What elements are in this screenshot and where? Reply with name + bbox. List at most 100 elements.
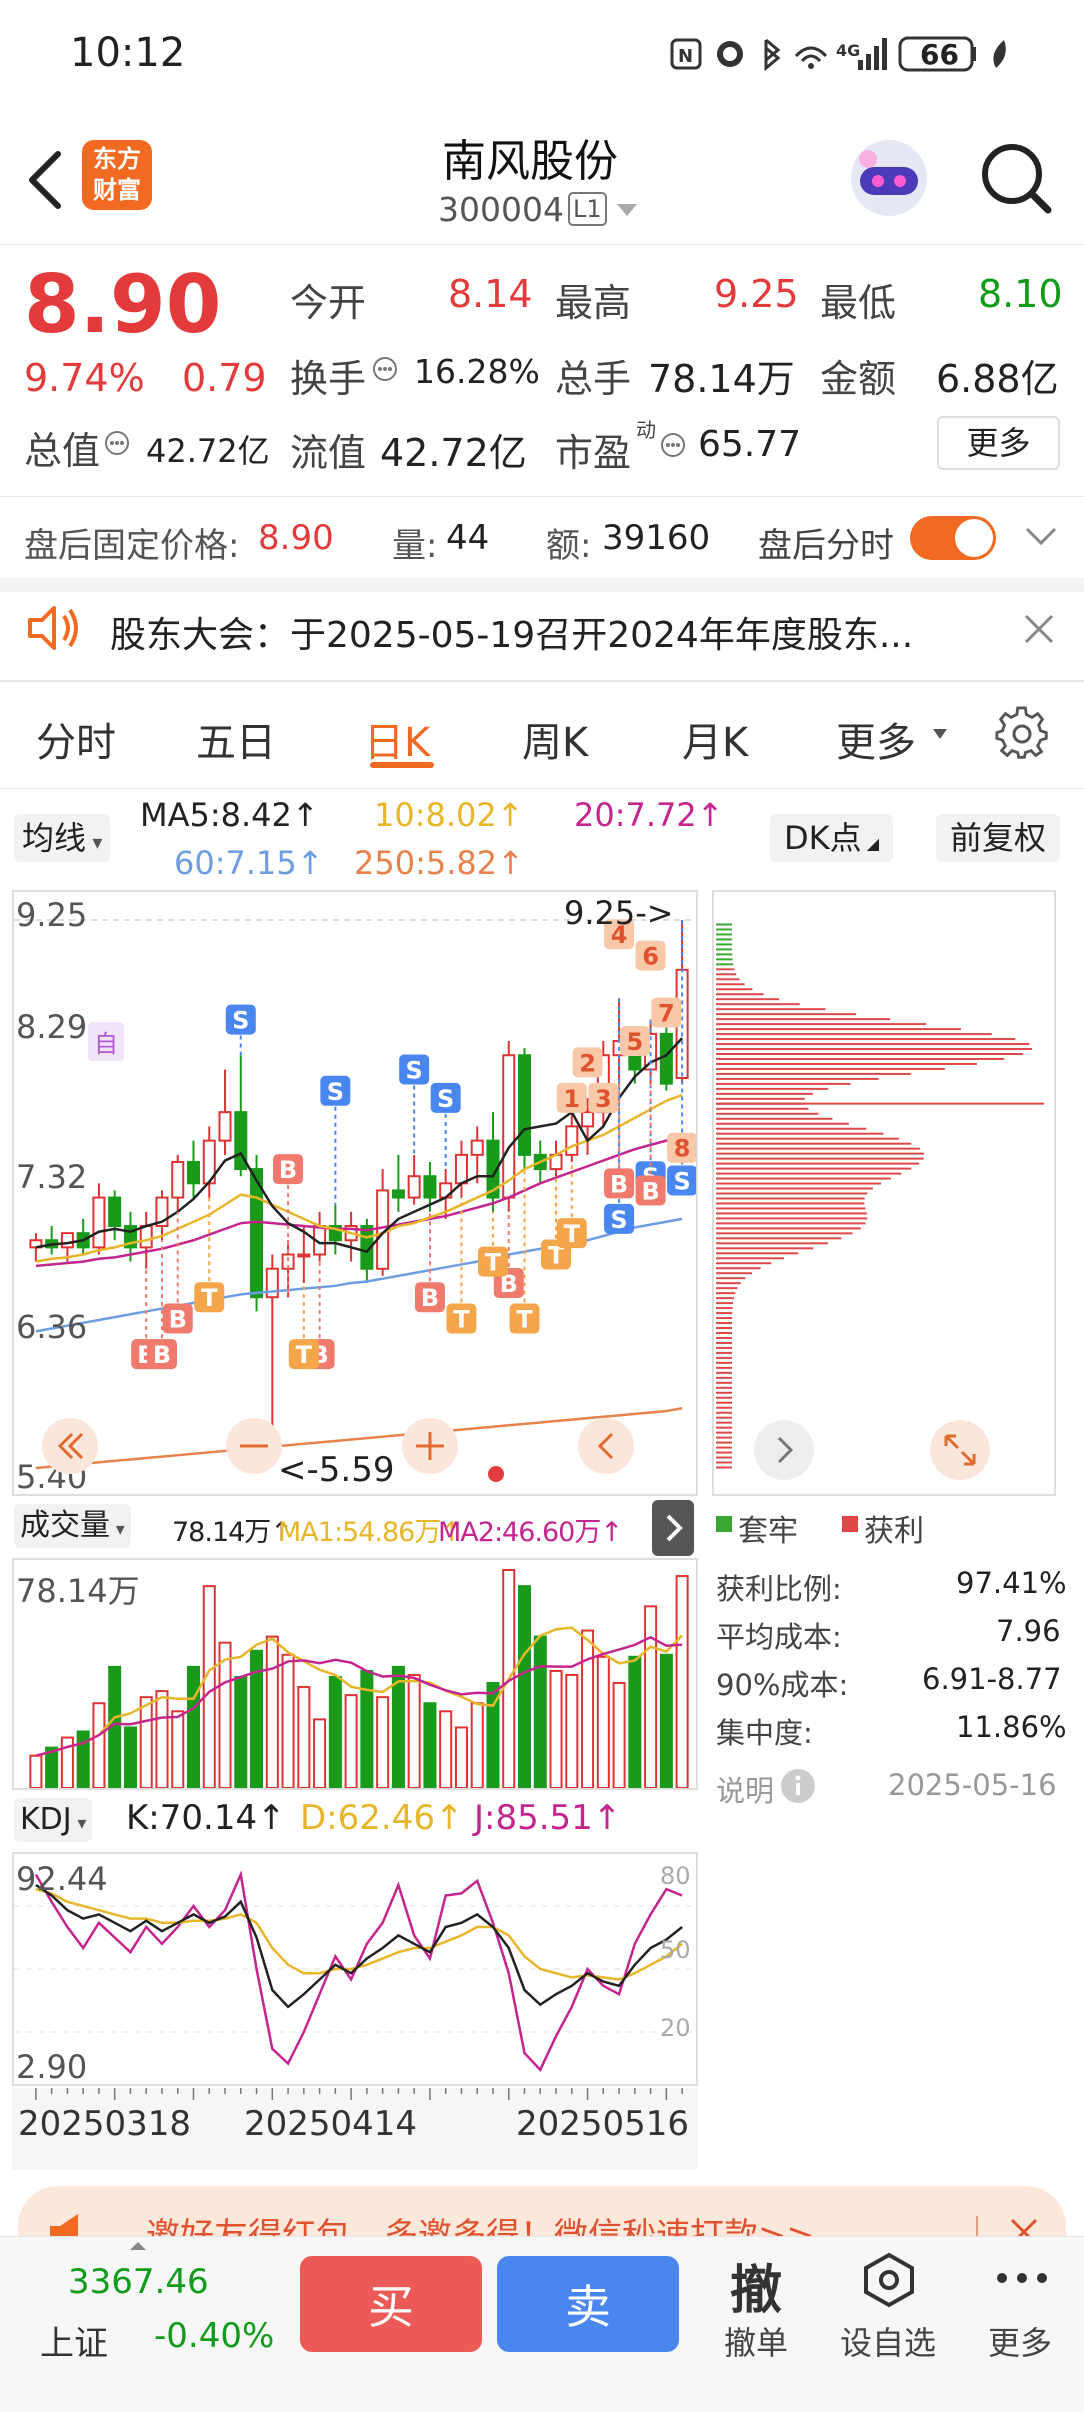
low-label: 最低 <box>820 281 897 325</box>
cost90-label: 90%成本: <box>716 1668 849 1702</box>
date-label: 20250318 <box>18 2104 192 2144</box>
ma10-value: 10:8.02↑ <box>374 796 524 834</box>
zoom-out-icon[interactable] <box>224 1416 284 1476</box>
step-left-icon[interactable] <box>576 1416 636 1476</box>
tab-fenshi[interactable]: 分时 <box>36 710 116 768</box>
expand-icon[interactable] <box>928 1418 992 1482</box>
more-quote-button[interactable]: 更多 <box>937 416 1060 470</box>
app-logo[interactable]: 东方 财富 <box>82 140 152 210</box>
kdj-level-50: 50 <box>660 1936 691 1964</box>
search-icon[interactable] <box>978 140 1054 216</box>
info-circle-icon[interactable] <box>104 430 130 456</box>
volume-bar <box>313 1718 327 1788</box>
chip-bar <box>716 1456 732 1459</box>
sell-button[interactable]: 卖 <box>497 2256 679 2352</box>
kline-chart[interactable]: SSSSSSSBBBBBBBBBTTTTTTT12345678 <box>14 892 696 1494</box>
avg-cost-label: 平均成本: <box>716 1620 842 1654</box>
legend-profit-label: 获利 <box>864 1514 924 1549</box>
chip-bar <box>716 1177 891 1180</box>
chip-bar <box>716 1033 992 1036</box>
chip-bar <box>716 1396 732 1399</box>
chip-bar <box>716 1207 866 1210</box>
caret-down-icon <box>932 728 948 740</box>
volume-bar <box>202 1585 216 1788</box>
volume-bar <box>533 1635 547 1788</box>
tab-zhouk[interactable]: 周K <box>522 710 588 768</box>
info-circle-icon[interactable] <box>372 356 398 382</box>
index-name[interactable]: 上证 <box>40 2316 108 2365</box>
chip-bar <box>716 1217 868 1220</box>
chip-bar <box>716 923 733 926</box>
chip-bar <box>716 1336 733 1339</box>
index-value[interactable]: 3367.46 <box>68 2262 209 2302</box>
ma-selector[interactable]: 均线 ▾ <box>14 814 111 862</box>
volume-selector[interactable]: 成交量 ▾ <box>14 1504 131 1548</box>
zoom-in-icon[interactable] <box>400 1416 460 1476</box>
candle-body <box>423 1175 437 1199</box>
chip-bar <box>716 1391 732 1394</box>
chip-bar <box>716 1252 799 1255</box>
index-change[interactable]: -0.40% <box>154 2316 274 2356</box>
candle-body <box>108 1196 122 1228</box>
chip-bar <box>716 1013 856 1016</box>
buy-button[interactable]: 买 <box>300 2256 482 2352</box>
dk-button[interactable]: DK点 ◢ <box>770 814 894 862</box>
chip-bar <box>716 1416 732 1419</box>
chip-bar <box>716 1431 732 1434</box>
fuquan-button[interactable]: 前复权 <box>936 814 1061 862</box>
chip-bar <box>716 1162 920 1165</box>
chip-bar <box>716 1132 884 1135</box>
add-favorite-label[interactable]: 设自选 <box>840 2318 936 2364</box>
chip-bar <box>716 1117 833 1120</box>
caret-down-icon[interactable] <box>615 202 639 218</box>
tab-more[interactable]: 更多 <box>836 710 916 768</box>
afterhours-toggle[interactable] <box>910 516 996 560</box>
high-marker: 9.25-> <box>564 894 674 932</box>
concentration-label: 集中度: <box>716 1716 813 1750</box>
chip-bar <box>716 1192 868 1195</box>
volume-bar <box>155 1690 169 1788</box>
chip-bar <box>716 1222 866 1225</box>
info-circle-icon[interactable] <box>660 432 686 458</box>
volume-bar <box>596 1655 610 1788</box>
volume-bar <box>644 1605 658 1788</box>
tab-yuek[interactable]: 月K <box>682 710 748 768</box>
scroll-left-icon[interactable] <box>40 1416 100 1476</box>
chip-bar <box>716 1257 784 1260</box>
float-value: 42.72亿 <box>380 431 527 475</box>
more-dots-icon[interactable] <box>994 2268 1050 2288</box>
cancel-order-label[interactable]: 撤单 <box>724 2318 788 2364</box>
afterhours-amt-label: 额: <box>546 526 592 566</box>
page-indicator-dot <box>488 1466 504 1482</box>
volume-ma2: MA2:46.60万↑ <box>438 1517 623 1548</box>
chip-bar <box>716 1287 738 1290</box>
back-arrow-icon[interactable] <box>22 150 66 210</box>
signal-tag-label: 3 <box>595 1085 612 1113</box>
more-label[interactable]: 更多 <box>988 2318 1052 2364</box>
profit-ratio-label: 获利比例: <box>716 1572 842 1606</box>
cost90-value: 6.91-8.77 <box>922 1662 1062 1696</box>
info-icon[interactable] <box>780 1768 816 1804</box>
chip-bar <box>716 1112 819 1115</box>
cancel-order-icon[interactable]: 撤 <box>730 2248 782 2323</box>
candle-body <box>171 1160 185 1199</box>
chevron-right-icon[interactable] <box>752 1418 816 1482</box>
tab-rik[interactable]: 日K <box>364 710 430 768</box>
chip-bar <box>716 983 745 986</box>
robot-avatar-icon[interactable] <box>846 135 932 221</box>
pe-value: 65.77 <box>698 424 802 465</box>
chip-bar <box>716 1048 1032 1051</box>
notice-text[interactable]: 股东大会：于2025-05-19召开2024年年度股东... <box>110 606 913 658</box>
gear-icon[interactable] <box>994 706 1050 762</box>
expand-indicators-icon[interactable] <box>652 1500 694 1556</box>
add-favorite-icon[interactable] <box>862 2252 916 2308</box>
kdj-selector[interactable]: KDJ ▾ <box>14 1798 93 1842</box>
note-label[interactable]: 说明 <box>716 1768 774 1810</box>
signal-tag-label: B <box>279 1156 297 1184</box>
close-icon[interactable] <box>1022 612 1056 646</box>
chevron-down-icon[interactable] <box>1024 526 1058 548</box>
chip-bar <box>716 1356 733 1359</box>
tab-wuri[interactable]: 五日 <box>196 710 276 768</box>
chip-bar <box>716 1307 733 1310</box>
kline-y-label: 8.29 <box>16 1008 88 1046</box>
